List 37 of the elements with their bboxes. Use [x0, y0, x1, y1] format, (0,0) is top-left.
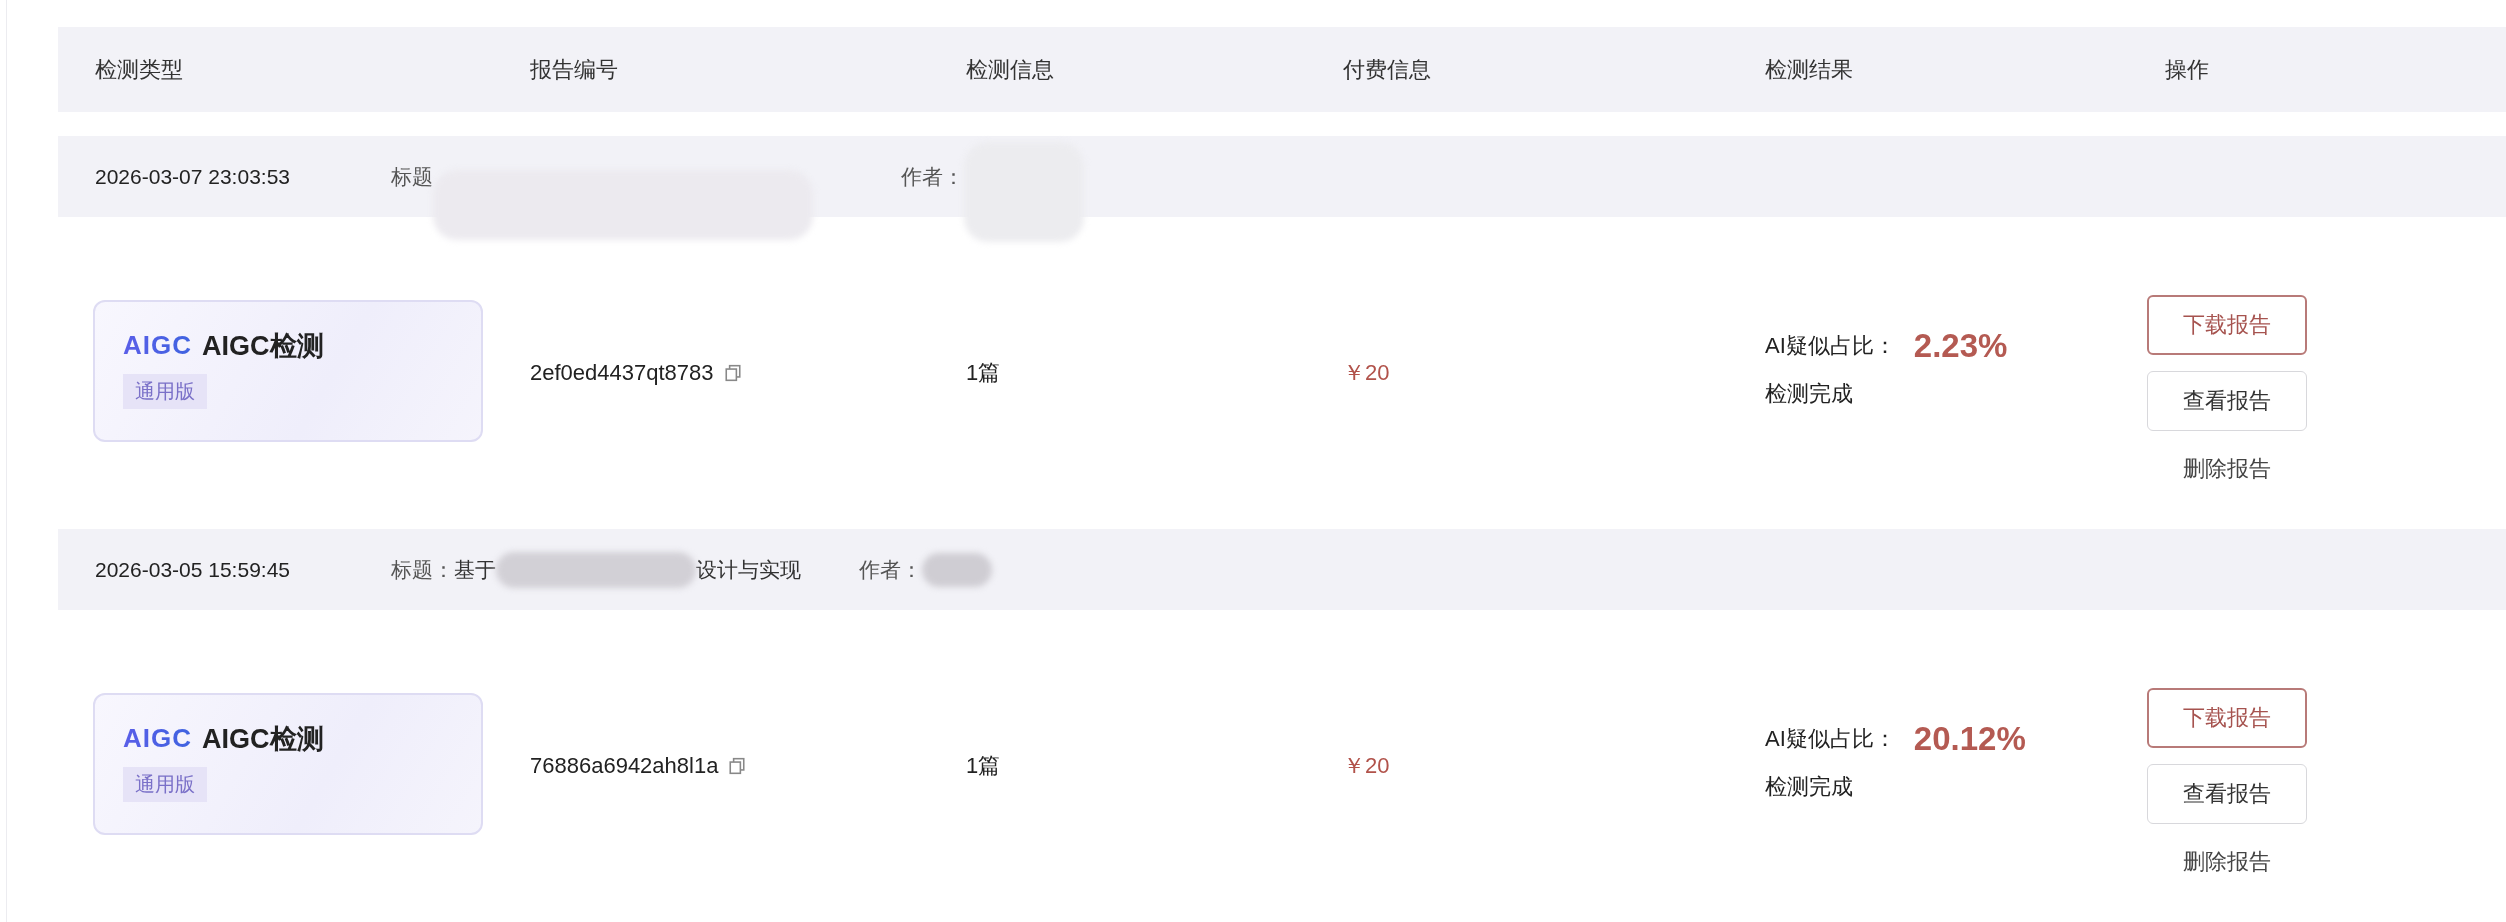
author-label: 作者：: [901, 163, 964, 190]
report-id: 2ef0ed4437qt8783: [530, 360, 714, 386]
report-id: 76886a6942ah8l1a: [530, 753, 719, 779]
copy-icon[interactable]: [728, 757, 747, 775]
ai-ratio-value: 2.23%: [1913, 327, 2008, 365]
ai-ratio-label: AI疑似占比：: [1765, 725, 1896, 753]
record-time: 2026-03-07 23:03:53: [95, 164, 291, 189]
record-time: 2026-03-05 15:59:45: [95, 557, 291, 582]
ai-ratio-label: AI疑似占比：: [1765, 332, 1896, 360]
download-report-button[interactable]: 下载报告: [2147, 295, 2307, 355]
title-label: 标题：: [391, 556, 454, 583]
copy-icon[interactable]: [723, 364, 742, 382]
column-header: 操作: [2165, 55, 2210, 84]
status-text: 检测完成: [1765, 380, 1853, 408]
status-text: 检测完成: [1765, 773, 1853, 801]
author-label: 作者：: [859, 556, 922, 583]
title-text: 基于: [454, 556, 496, 583]
column-header: 检测结果: [1765, 55, 1854, 84]
title-text: 设计与实现: [696, 556, 801, 583]
blurred-redaction: [922, 552, 992, 587]
view-report-button[interactable]: 查看报告: [2147, 764, 2307, 824]
title-label: 标题: [391, 163, 433, 190]
article-count: 1篇: [966, 359, 1001, 387]
edition-badge: 通用版: [123, 766, 207, 802]
ai-ratio-value: 20.12%: [1913, 720, 2026, 758]
column-header: 检测类型: [95, 55, 184, 84]
edition-badge: 通用版: [123, 373, 207, 409]
column-header: 报告编号: [530, 55, 619, 84]
column-header: 付费信息: [1343, 55, 1432, 84]
type-name: AIGC检测: [202, 722, 324, 756]
price: ￥20: [1343, 359, 1390, 387]
price: ￥20: [1343, 752, 1390, 780]
download-report-button[interactable]: 下载报告: [2147, 688, 2307, 748]
column-header: 检测信息: [966, 55, 1055, 84]
type-name: AIGC检测: [202, 329, 324, 363]
article-count: 1篇: [966, 752, 1001, 780]
view-report-button[interactable]: 查看报告: [2147, 371, 2307, 431]
